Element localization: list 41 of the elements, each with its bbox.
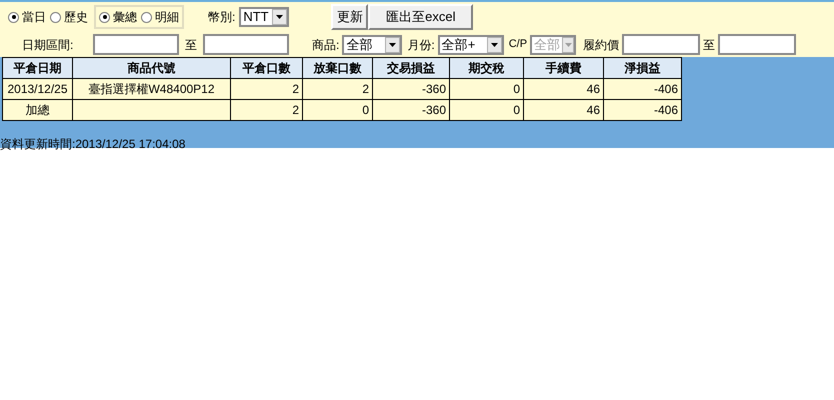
- table-cell: -360: [372, 100, 450, 120]
- toolbar-button[interactable]: 更新: [331, 4, 368, 30]
- column-header: 期交稅: [450, 58, 524, 78]
- column-header: 交易損益: [372, 58, 450, 78]
- radio-option[interactable]: 彙總: [99, 8, 137, 26]
- table-cell: 46: [524, 100, 604, 120]
- update-time-text: 資料更新時間:2013/12/25 17:04:08: [0, 136, 186, 153]
- dropdown[interactable]: NTT: [239, 7, 290, 27]
- table-cell: 2: [230, 78, 302, 100]
- dropdown[interactable]: 全部+: [438, 34, 504, 54]
- month-label: 月份:: [407, 36, 435, 54]
- table-cell: 2013/12/25: [2, 78, 72, 100]
- column-header: 淨損益: [604, 58, 682, 78]
- table-cell: 2: [302, 78, 372, 100]
- column-header: 放棄口數: [302, 58, 372, 78]
- dropdown[interactable]: 全部: [342, 34, 402, 54]
- column-header: 平倉日期: [2, 58, 72, 78]
- table-cell: 46: [524, 78, 604, 100]
- table-cell: 臺指選擇權W48400P12: [72, 78, 230, 100]
- to-label: 至: [185, 36, 197, 54]
- radio-option[interactable]: 明細: [141, 8, 179, 26]
- table-cell: 0: [450, 100, 524, 120]
- table-cell: -406: [604, 78, 682, 100]
- strike-price-label: 履約價: [583, 36, 620, 54]
- table-cell: -406: [604, 100, 682, 120]
- toolbar-button[interactable]: 匯出至excel: [368, 4, 474, 30]
- table-cell: 加總: [2, 100, 72, 120]
- currency-label: 幣別:: [208, 9, 236, 26]
- table-cell: -360: [372, 78, 450, 100]
- cp-label: C/P: [508, 37, 528, 52]
- radio-option[interactable]: 當日: [8, 8, 46, 26]
- table-cell: 0: [302, 100, 372, 120]
- to-label: 至: [703, 36, 716, 54]
- column-header: 手續費: [524, 58, 604, 78]
- table-cell: 2: [230, 100, 302, 120]
- table-cell: 0: [450, 78, 524, 100]
- date-range-label: 日期區間:: [22, 36, 74, 54]
- column-header: 平倉口數: [230, 58, 302, 78]
- column-header: 商品代號: [72, 58, 230, 78]
- product-label: 商品:: [312, 36, 340, 54]
- radio-option[interactable]: 歷史: [50, 8, 88, 26]
